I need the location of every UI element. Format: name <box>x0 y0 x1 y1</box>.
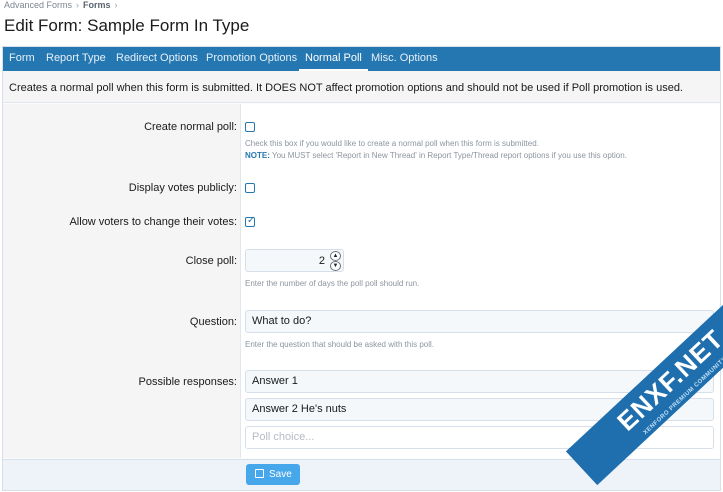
create-normal-poll-note: NOTE: You MUST select 'Report in New Thr… <box>245 151 627 160</box>
note-text: You MUST select 'Report in New Thread' i… <box>271 151 627 160</box>
close-poll-label: Close poll: <box>185 255 237 267</box>
close-poll-value: 2 <box>318 255 325 267</box>
display-votes-publicly-label: Display votes publicly: <box>128 182 237 194</box>
question-hint: Enter the question that should be asked … <box>245 340 435 349</box>
save-button[interactable]: Save <box>246 464 300 485</box>
breadcrumb-separator-icon: › <box>76 0 80 10</box>
possible-responses-label: Possible responses: <box>138 376 237 388</box>
close-poll-hint: Enter the number of days the poll poll s… <box>245 279 420 288</box>
tab-promotion-options[interactable]: Promotion Options <box>206 47 297 71</box>
breadcrumb-separator-icon: › <box>114 0 118 10</box>
tab-redirect-options[interactable]: Redirect Options <box>116 47 198 71</box>
save-button-label: Save <box>269 469 292 480</box>
tab-misc-options[interactable]: Misc. Options <box>371 47 438 71</box>
allow-voters-change-checkbox[interactable]: ✓ <box>245 215 256 227</box>
question-input[interactable]: What to do? <box>245 310 714 333</box>
note-label: NOTE: <box>245 151 270 160</box>
question-label: Question: <box>189 316 237 328</box>
breadcrumb-item-forms[interactable]: Forms <box>83 0 111 10</box>
create-normal-poll-label: Create normal poll: <box>144 121 237 133</box>
page-title: Edit Form: Sample Form In Type <box>4 16 250 35</box>
intro-text: Creates a normal poll when this form is … <box>3 71 720 103</box>
tab-bar: Form Report Type Redirect Options Promot… <box>3 47 720 71</box>
tab-normal-poll[interactable]: Normal Poll <box>299 47 368 71</box>
checkmark-icon: ✓ <box>247 215 256 226</box>
breadcrumb-item-advanced-forms[interactable]: Advanced Forms <box>4 0 72 10</box>
close-poll-stepper[interactable]: 2 ▲ ▼ <box>245 249 344 272</box>
save-icon <box>255 469 264 478</box>
increment-icon[interactable]: ▲ <box>330 251 341 261</box>
display-votes-publicly-checkbox[interactable] <box>245 183 255 193</box>
breadcrumb: Advanced Forms › Forms › <box>4 0 122 12</box>
label-column <box>3 104 240 458</box>
create-normal-poll-hint: Check this box if you would like to crea… <box>245 139 539 148</box>
allow-voters-change-label: Allow voters to change their votes: <box>69 216 237 228</box>
tab-form[interactable]: Form <box>9 47 35 71</box>
create-normal-poll-checkbox[interactable] <box>245 122 255 132</box>
decrement-icon[interactable]: ▼ <box>330 261 341 271</box>
tab-report-type[interactable]: Report Type <box>46 47 106 71</box>
